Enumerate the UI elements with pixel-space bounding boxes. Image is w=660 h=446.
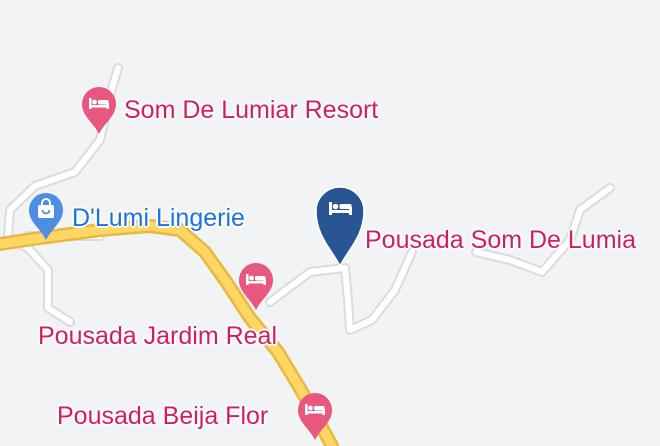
place-label[interactable]: Som De Lumiar Resort: [124, 98, 378, 123]
place-label[interactable]: Pousada Beija Flor: [57, 404, 268, 429]
place-label[interactable]: D'Lumi Lingerie: [72, 206, 245, 231]
selected-hotel-pin-icon[interactable]: [314, 184, 366, 270]
place-label[interactable]: Pousada Jardim Real: [38, 324, 277, 349]
place-label[interactable]: Pousada Som De Lumia: [365, 228, 636, 253]
hotel-pin-icon[interactable]: [296, 392, 334, 442]
hotel-pin-icon[interactable]: [237, 262, 275, 312]
shopping-pin-icon[interactable]: [27, 192, 65, 242]
map-canvas[interactable]: Som De Lumiar Resort D'Lumi Lingerie Pou…: [0, 0, 660, 446]
hotel-pin-icon[interactable]: [80, 86, 118, 136]
